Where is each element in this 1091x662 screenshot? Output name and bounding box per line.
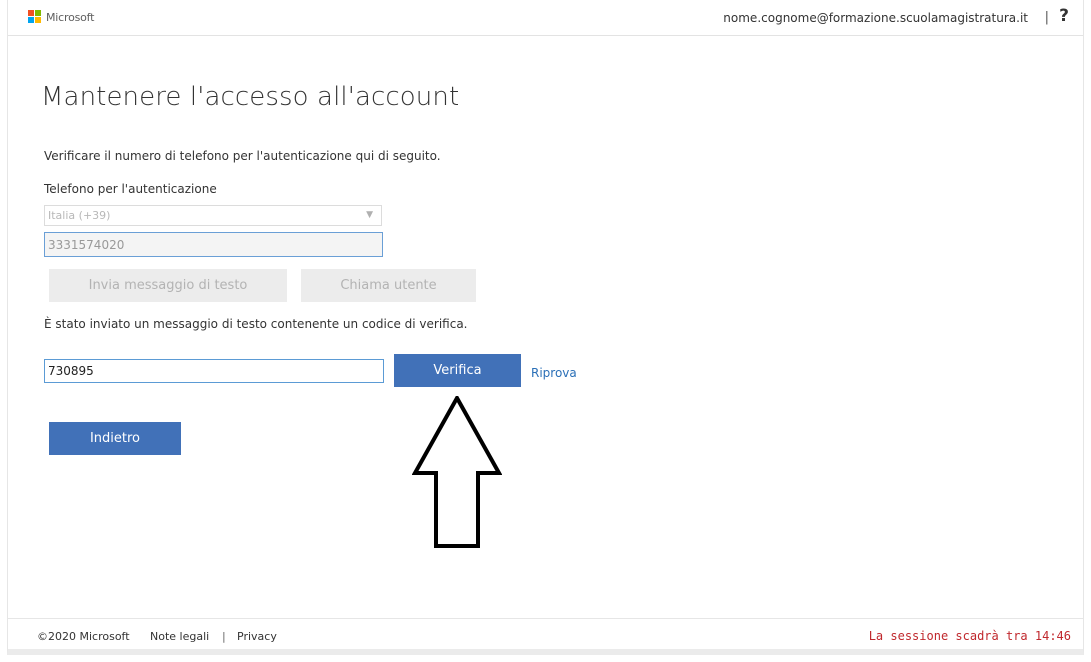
logo-square-red [28,10,34,16]
logo-text: Microsoft [46,10,95,24]
microsoft-logo-icon [28,10,42,24]
verification-code-field[interactable] [44,359,384,383]
country-select[interactable]: Italia (+39) ▼ [44,205,382,226]
session-timer: La sessione scadrà tra 14:46 [868,629,1071,643]
footer-separator: | [222,630,226,643]
privacy-link[interactable]: Privacy [237,630,277,643]
chevron-down-icon: ▼ [366,210,373,220]
logo-square-yellow [35,17,41,23]
logo-square-green [35,10,41,16]
footer: ©2020 Microsoft Note legali | Privacy La… [8,618,1083,649]
account-email[interactable]: nome.cognome@formazione.scuolamagistratu… [723,11,1028,25]
page-frame: Microsoft nome.cognome@formazione.scuola… [7,0,1084,655]
retry-link[interactable]: Riprova [531,366,577,380]
phone-label: Telefono per l'autenticazione [44,182,217,196]
verify-button[interactable]: Verifica [394,354,521,387]
microsoft-logo: Microsoft [28,10,94,24]
country-select-value: Italia (+39) [48,209,111,222]
back-button[interactable]: Indietro [49,422,181,455]
sms-sent-message: È stato inviato un messaggio di testo co… [44,317,468,331]
call-user-button[interactable]: Chiama utente [301,269,476,302]
legal-notes-link[interactable]: Note legali [150,630,209,643]
help-icon[interactable]: ? [1059,6,1069,26]
top-bar: Microsoft nome.cognome@formazione.scuola… [8,0,1083,36]
send-sms-button[interactable]: Invia messaggio di testo [49,269,287,302]
header-separator: | [1044,10,1049,25]
page-title: Mantenere l'accesso all'account [41,82,460,112]
phone-number-field[interactable] [44,232,383,257]
up-arrow-icon [412,396,502,548]
copyright-text: ©2020 Microsoft [37,630,130,643]
logo-square-blue [28,17,34,23]
description-text: Verificare il numero di telefono per l'a… [44,149,441,163]
